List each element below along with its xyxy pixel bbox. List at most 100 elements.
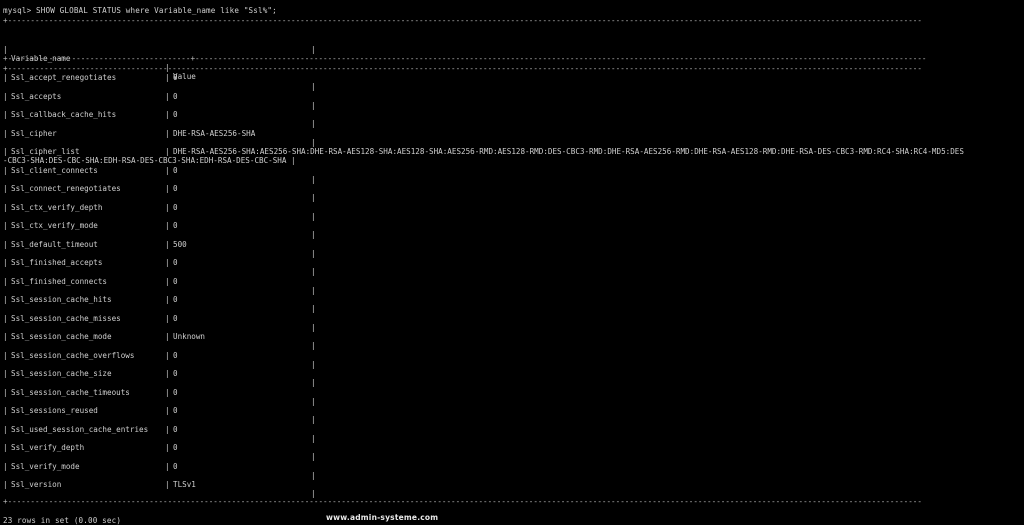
row-pipe-mid: | — [165, 387, 170, 397]
row-pipe-left: | — [3, 165, 8, 175]
row-pipe-right: | — [311, 82, 316, 91]
row-pipe-right: | — [311, 452, 316, 461]
row-pipe-right: | — [311, 119, 316, 128]
variable-name-cell: Ssl_session_cache_overflows — [11, 350, 135, 360]
row-pipe-mid: | — [165, 110, 170, 119]
value-cell: 0 — [173, 258, 178, 267]
variable-name-cell: Ssl_client_connects — [11, 165, 98, 175]
variable-name-cell: Ssl_finished_connects — [11, 276, 108, 286]
table-header-row: | Variable_name | Value — [0, 36, 1024, 81]
row-pipe-mid: | — [165, 91, 170, 101]
value-cell: 0 — [173, 295, 178, 304]
value-cell: DHE-RSA-AES256-SHA:AES256-SHA:DHE-RSA-AE… — [173, 147, 964, 156]
value-cell: DHE-RSA-AES256-SHA — [173, 128, 256, 138]
value-cell: 500 — [173, 239, 187, 249]
row-pipe-mid: | — [165, 480, 170, 489]
table-row: | Ssl_finished_connects | 0 — [0, 277, 1024, 286]
variable-name-cell: Ssl_used_session_cache_entries — [11, 424, 149, 434]
row-pipe-left: | — [3, 332, 8, 341]
row-pipe-left: | — [3, 239, 8, 249]
row-pipe-left: | — [3, 258, 8, 267]
table-border-bottom: +---------------------------------------… — [3, 497, 922, 506]
table-row: | Ssl_ctx_verify_mode | 0 — [0, 221, 1024, 230]
table-row: | Ssl_session_cache_overflows | 0 — [0, 351, 1024, 360]
row-pipe-right: | — [311, 100, 316, 110]
value-cell: 0 — [173, 221, 178, 230]
table-row: | Ssl_sessions_reused | 0 — [0, 406, 1024, 415]
table-border-header-2: +---------------------------------------… — [3, 64, 922, 73]
row-pipe-right: | — [311, 304, 316, 313]
row-pipe-right: | — [311, 378, 316, 387]
value-cell: 0 — [173, 387, 178, 397]
value-cell: 0 — [173, 313, 178, 323]
variable-name-cell: Ssl_sessions_reused — [11, 406, 98, 415]
table-row: | Ssl_callback_cache_hits | 0 — [0, 110, 1024, 119]
variable-name-cell: Ssl_verify_depth — [11, 443, 85, 452]
row-pipe-mid: | — [165, 73, 170, 82]
row-pipe-right: | — [311, 470, 316, 480]
terminal-window[interactable]: mysql> SHOW GLOBAL STATUS where Variable… — [0, 0, 1024, 525]
variable-name-cell: Ssl_session_cache_size — [11, 369, 112, 378]
row-pipe-left: | — [3, 406, 8, 415]
variable-name-cell: Ssl_session_cache_timeouts — [11, 387, 130, 397]
value-cell: 0 — [173, 73, 178, 82]
row-pipe-left: | — [3, 73, 8, 82]
row-pipe-left: | — [3, 295, 8, 304]
variable-name-cell: Ssl_cipher — [11, 128, 57, 138]
table-row: | Ssl_connect_renegotiates | 0 — [0, 184, 1024, 193]
variable-name-cell: Ssl_ctx_verify_mode — [11, 221, 98, 230]
row-pipe-right: | — [311, 248, 316, 258]
row-pipe-mid: | — [165, 221, 170, 230]
variable-name-cell: Ssl_session_cache_misses — [11, 313, 121, 323]
table-row: | Ssl_finished_accepts | 0 — [0, 258, 1024, 267]
row-pipe-right: | — [311, 193, 316, 202]
table-row: | Ssl_client_connects | 0 — [0, 166, 1024, 175]
table-row: | Ssl_accept_renegotiates | 0 — [0, 73, 1024, 82]
row-pipe-left: | — [3, 202, 8, 212]
value-cell: 0 — [173, 276, 178, 286]
table-border-top: +---------------------------------------… — [3, 16, 922, 25]
row-pipe-right: | — [311, 322, 316, 332]
value-cell: 0 — [173, 406, 178, 415]
table-row: | Ssl_session_cache_mode | Unknown — [0, 332, 1024, 341]
row-pipe-mid: | — [165, 165, 170, 175]
row-pipe-mid: | — [165, 147, 170, 156]
variable-name-cell: Ssl_cipher_list — [11, 147, 80, 156]
value-cell: Unknown — [173, 332, 206, 341]
table-row: | Ssl_session_cache_size | 0 — [0, 369, 1024, 378]
row-pipe-left: | — [3, 147, 8, 156]
header-pipe-right: | — [311, 45, 316, 54]
row-pipe-mid: | — [165, 202, 170, 212]
row-pipe-right: | — [311, 267, 316, 276]
row-pipe-mid: | — [165, 313, 170, 323]
row-pipe-right: | — [311, 341, 316, 350]
row-pipe-mid: | — [165, 369, 170, 378]
row-pipe-left: | — [3, 184, 8, 193]
row-pipe-left: | — [3, 110, 8, 119]
row-pipe-left: | — [3, 313, 8, 323]
value-cell: 0 — [173, 91, 178, 101]
value-cell: 0 — [173, 443, 178, 452]
table-row: | Ssl_ctx_verify_depth | 0 — [0, 203, 1024, 212]
value-cell: 0 — [173, 369, 178, 378]
row-pipe-mid: | — [165, 461, 170, 471]
row-pipe-mid: | — [165, 424, 170, 434]
value-cell: 0 — [173, 110, 178, 119]
row-pipe-left: | — [3, 221, 8, 230]
variable-name-cell: Ssl_ctx_verify_depth — [11, 202, 103, 212]
table-row: | Ssl_cipher | DHE-RSA-AES256-SHA — [0, 129, 1024, 138]
variable-name-cell: Ssl_finished_accepts — [11, 258, 103, 267]
command-prompt-line: mysql> SHOW GLOBAL STATUS where Variable… — [3, 6, 277, 15]
variable-name-cell: Ssl_version — [11, 480, 62, 489]
table-row: | Ssl_accepts | 0 — [0, 92, 1024, 101]
row-pipe-mid: | — [165, 128, 170, 138]
result-summary: 23 rows in set (0.00 sec) — [3, 516, 122, 525]
row-pipe-mid: | — [165, 239, 170, 249]
variable-name-cell: Ssl_session_cache_mode — [11, 332, 112, 341]
row-pipe-left: | — [3, 480, 8, 489]
row-pipe-left: | — [3, 276, 8, 286]
row-pipe-left: | — [3, 369, 8, 378]
row-pipe-left: | — [3, 443, 8, 452]
table-row: | Ssl_default_timeout | 500 — [0, 240, 1024, 249]
value-cell: 0 — [173, 184, 178, 193]
